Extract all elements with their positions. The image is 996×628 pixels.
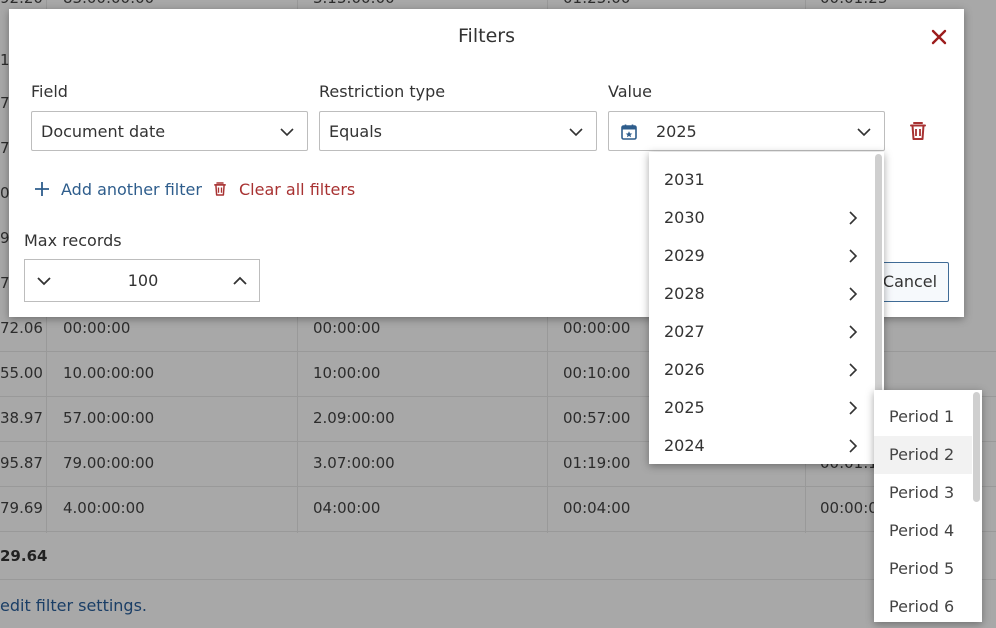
period-option[interactable]: Period 4 xyxy=(874,512,972,550)
table-total-row: 29.64 xyxy=(0,533,996,580)
restriction-type-label: Restriction type xyxy=(319,82,446,101)
cell: 55.00 xyxy=(0,364,43,382)
year-option[interactable]: 2029 xyxy=(649,237,873,275)
dialog-title: Filters xyxy=(458,25,515,47)
year-option[interactable]: 2026 xyxy=(649,351,873,389)
cell: 00:57:00 xyxy=(563,409,631,427)
year-option-label: 2031 xyxy=(664,170,705,189)
cell: 10:00:00 xyxy=(313,364,381,382)
calendar-icon xyxy=(621,124,637,140)
restriction-type-value: Equals xyxy=(329,122,382,141)
year-option-label: 2029 xyxy=(664,246,705,265)
year-option-label: 2026 xyxy=(664,360,705,379)
value-select[interactable]: 2025 xyxy=(608,111,885,151)
chevron-right-icon xyxy=(849,325,858,339)
cell: 00:00:0 xyxy=(820,499,878,517)
period-option[interactable]: Period 1 xyxy=(874,398,972,436)
chevron-right-icon xyxy=(849,401,858,415)
max-records-stepper[interactable]: 100 xyxy=(24,259,260,302)
cell: 38.97 xyxy=(0,409,43,427)
year-option-label: 2027 xyxy=(664,322,705,341)
chevron-right-icon xyxy=(849,287,858,301)
cell: 2.09:00:00 xyxy=(313,409,395,427)
restriction-type-select[interactable]: Equals xyxy=(319,111,597,151)
period-option-label: Period 2 xyxy=(889,445,955,464)
period-option[interactable]: Period 6 xyxy=(874,588,972,622)
chevron-right-icon xyxy=(849,249,858,263)
chevron-right-icon xyxy=(849,211,858,225)
cell: 00:10:00 xyxy=(563,364,631,382)
period-option-label: Period 6 xyxy=(889,597,955,616)
cell: 10.00:00:00 xyxy=(63,364,155,382)
table-row: 79.69 4.00:00:00 04:00:00 00:04:00 00:00… xyxy=(0,486,996,532)
year-option-label: 2030 xyxy=(664,208,705,227)
cell: 79.69 xyxy=(0,499,43,517)
max-records-label: Max records xyxy=(24,231,122,250)
year-dropdown[interactable]: 2031 2030 2029 2028 2027 2026 2025 2024 xyxy=(649,152,884,464)
field-label: Field xyxy=(31,82,68,101)
cell: 3.07:00:00 xyxy=(313,454,395,472)
max-records-value[interactable]: 100 xyxy=(25,260,261,301)
field-select[interactable]: Document date xyxy=(31,111,308,151)
year-option[interactable]: 2028 xyxy=(649,275,873,313)
year-option[interactable]: 2027 xyxy=(649,313,873,351)
chevron-down-icon xyxy=(280,128,294,137)
period-dropdown[interactable]: Period 1 Period 2 Period 3 Period 4 Peri… xyxy=(874,390,982,622)
value-select-value: 2025 xyxy=(656,122,697,141)
cell: 00:04:00 xyxy=(563,499,631,517)
period-option-label: Period 5 xyxy=(889,559,955,578)
cell: 01:19:00 xyxy=(563,454,631,472)
year-option[interactable]: 2025 xyxy=(649,389,873,427)
add-filter-button[interactable]: Add another filter xyxy=(33,177,202,201)
chevron-right-icon xyxy=(849,439,858,453)
year-option-label: 2025 xyxy=(664,398,705,417)
cell: 4.00:00:00 xyxy=(63,499,145,517)
delete-filter-icon[interactable] xyxy=(906,119,930,143)
clear-filters-label: Clear all filters xyxy=(239,179,356,199)
period-option-label: Period 4 xyxy=(889,521,955,540)
field-select-value: Document date xyxy=(41,122,166,141)
year-option-label: 2024 xyxy=(664,436,705,455)
period-option[interactable]: Period 3 xyxy=(874,474,972,512)
close-icon[interactable] xyxy=(927,25,951,49)
period-option-label: Period 1 xyxy=(889,407,955,426)
plus-icon xyxy=(35,182,49,196)
cell: 57.00:00:00 xyxy=(63,409,155,427)
period-option-label: Period 3 xyxy=(889,483,955,502)
period-option-highlighted[interactable]: Period 2 xyxy=(874,436,972,474)
chevron-down-icon xyxy=(569,128,583,137)
clear-filters-button[interactable]: Clear all filters xyxy=(211,177,355,201)
add-filter-label: Add another filter xyxy=(61,179,202,199)
year-option[interactable]: 2030 xyxy=(649,199,873,237)
cell: 04:00:00 xyxy=(313,499,381,517)
value-label: Value xyxy=(608,82,652,101)
edit-filter-settings-link[interactable]: edit filter settings. xyxy=(0,596,147,615)
year-option[interactable]: 2031 xyxy=(649,161,873,199)
year-option-label: 2028 xyxy=(664,284,705,303)
chevron-up-icon[interactable] xyxy=(231,272,249,290)
period-dropdown-scrollbar[interactable] xyxy=(973,392,980,502)
period-option[interactable]: Period 5 xyxy=(874,550,972,588)
chevron-right-icon xyxy=(849,363,858,377)
cell: 95.87 xyxy=(0,454,43,472)
total-value: 29.64 xyxy=(0,547,48,565)
year-option[interactable]: 2024 xyxy=(649,427,873,464)
trash-icon xyxy=(214,182,226,196)
chevron-down-icon xyxy=(857,128,871,137)
cell: 79.00:00:00 xyxy=(63,454,155,472)
